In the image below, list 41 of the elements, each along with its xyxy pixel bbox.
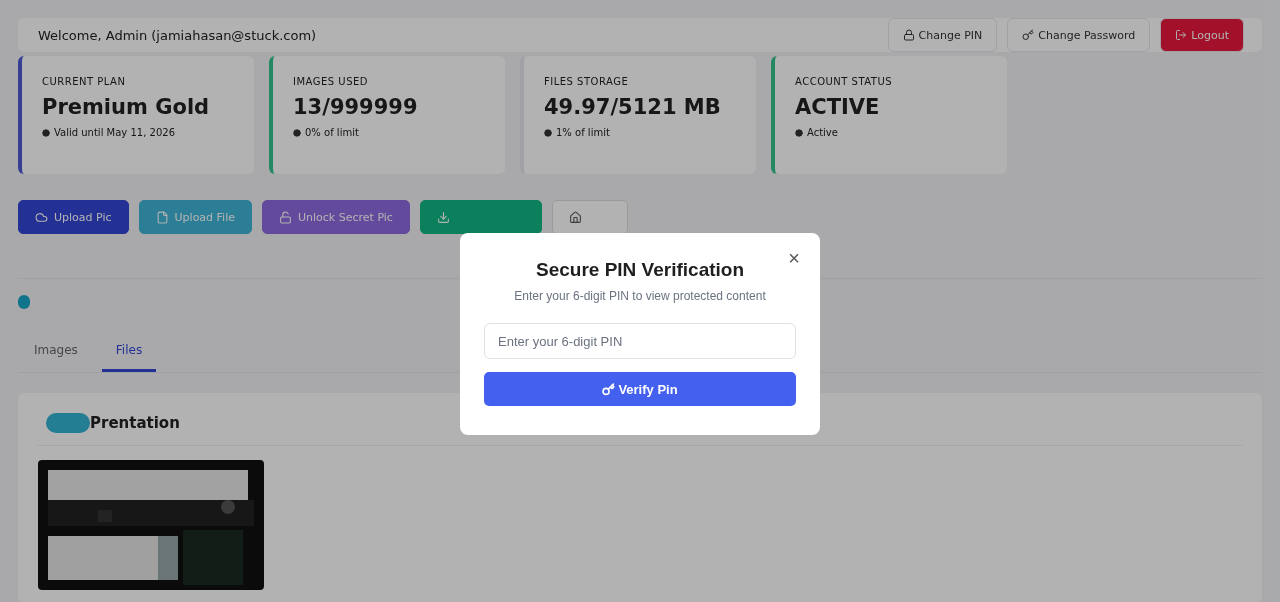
pin-field[interactable]: Enter your 6-digit PIN <box>484 323 796 359</box>
stat-label: CURRENT PLAN <box>42 76 127 87</box>
stat-value: Premium Gold <box>42 95 211 119</box>
stat-value: ACTIVE <box>795 95 881 119</box>
header-button[interactable]: Change PIN <box>887 18 998 52</box>
close-button[interactable]: × <box>784 247 804 269</box>
dot-icon <box>795 128 803 137</box>
welcome-text: Welcome, Admin (jamiahasan@stuck.com) <box>38 27 317 43</box>
stat-label: IMAGES USED <box>293 76 370 87</box>
file-title: Prentation <box>90 414 180 432</box>
key-icon <box>602 382 616 396</box>
key-icon <box>1022 29 1035 41</box>
dot-icon <box>544 128 552 137</box>
header-button[interactable]: Logout <box>1160 18 1244 52</box>
tab[interactable]: Images <box>20 335 92 372</box>
action-button[interactable] <box>419 200 542 234</box>
dot-icon <box>42 128 50 137</box>
stat-note: 1% of limit <box>544 127 736 138</box>
dialog-title: Secure PIN Verification <box>536 259 744 281</box>
cloud-icon <box>35 210 48 224</box>
stat-label: ACCOUNT STATUS <box>795 76 894 87</box>
stat-note: Active <box>795 127 987 138</box>
stat-value: 49.97/5121 MB <box>544 95 722 119</box>
lock-icon <box>902 29 915 41</box>
home-icon <box>568 210 582 224</box>
logout-icon <box>1175 29 1188 41</box>
unlock-icon <box>279 210 292 224</box>
action-button[interactable]: Unlock Secret Pic <box>262 200 410 234</box>
download-icon <box>436 210 450 224</box>
file-icon <box>155 210 169 224</box>
action-button[interactable]: Upload Pic <box>18 200 129 234</box>
dialog-subtitle: Enter your 6-digit PIN to view protected content <box>514 289 766 303</box>
verify-button[interactable]: Verify Pin <box>484 372 796 406</box>
stat-note: Valid until May 11, 2026 <box>42 127 234 138</box>
header-button[interactable]: Change Password <box>1007 18 1151 52</box>
tab[interactable]: Files <box>101 335 157 372</box>
stat-note: 0% of limit <box>293 127 485 138</box>
dot-icon <box>293 128 301 137</box>
file-type-badge <box>46 413 90 433</box>
stat-value: 13/999999 <box>293 95 419 119</box>
stat-label: FILES STORAGE <box>544 76 630 87</box>
